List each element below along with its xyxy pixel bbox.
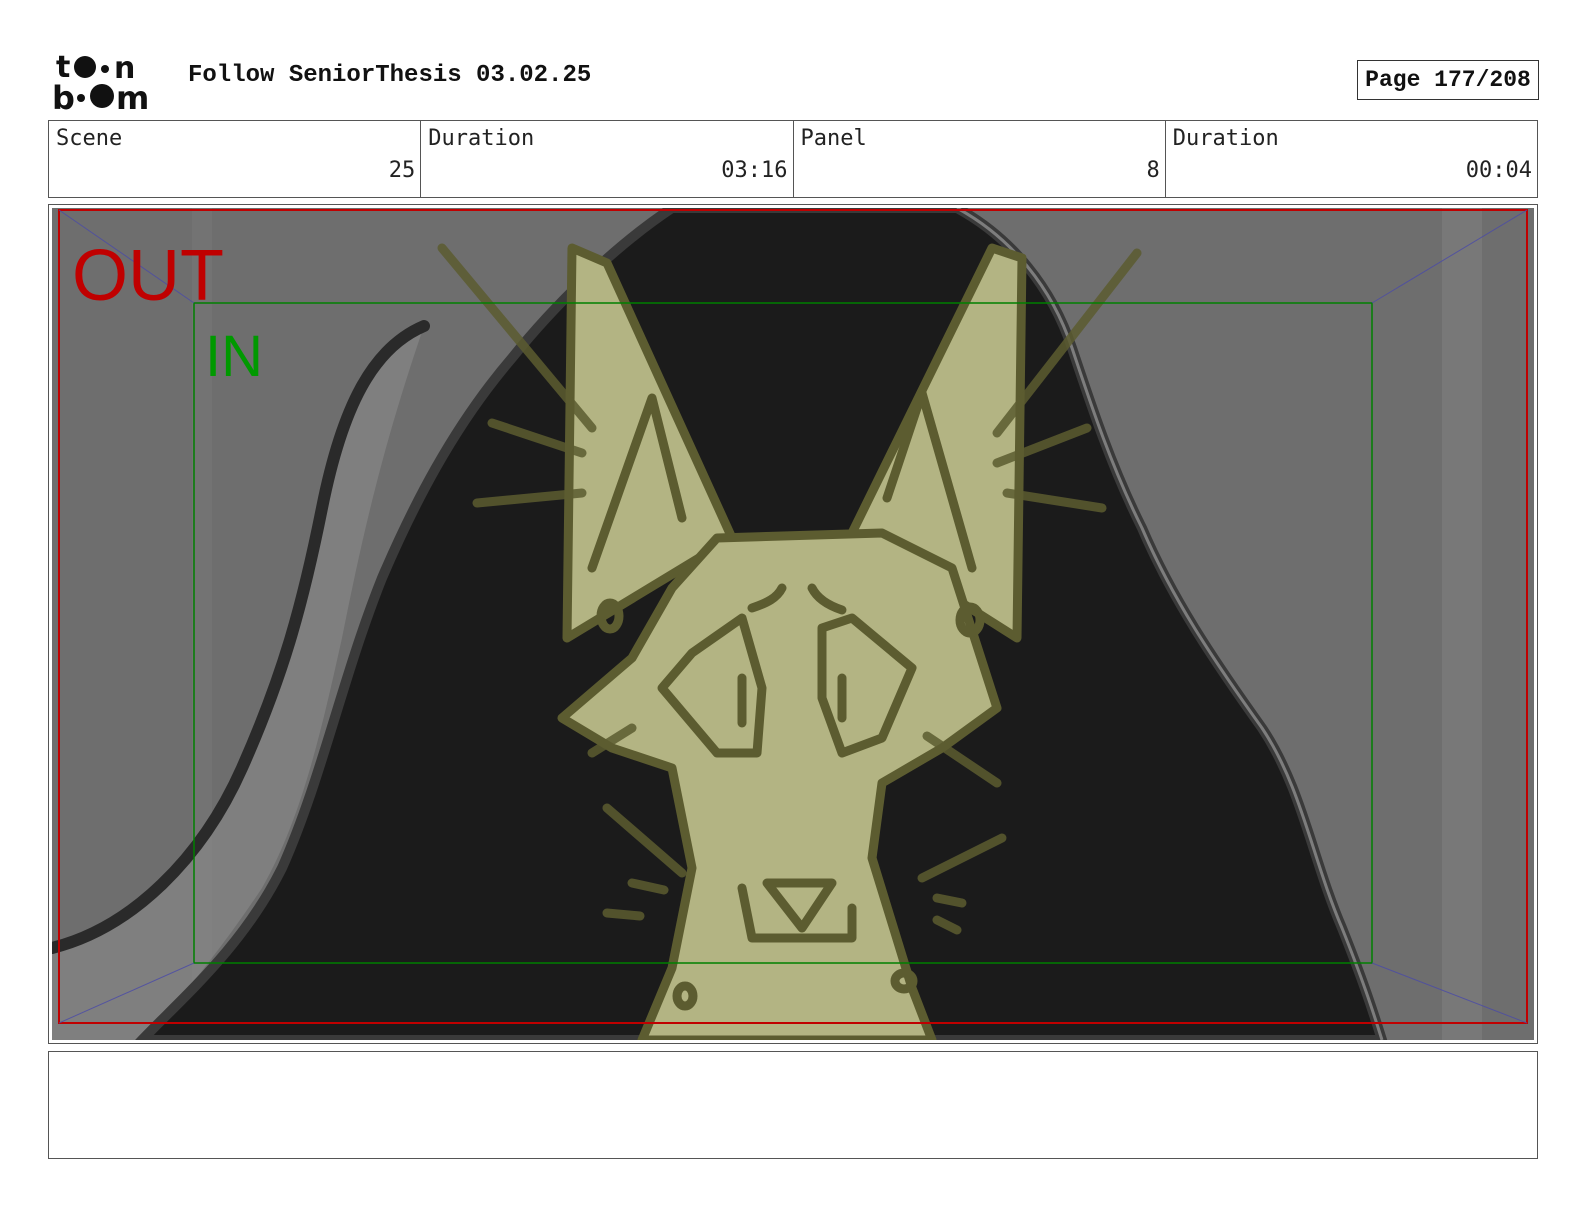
toon-boom-logo: t n b m	[52, 50, 149, 112]
panel-cell: Panel 8	[794, 121, 1166, 197]
scene-cell: Scene 25	[49, 121, 422, 197]
scene-duration-value: 03:16	[721, 158, 788, 183]
scene-duration-cell: Duration 03:16	[421, 121, 794, 197]
whisker	[602, 908, 645, 921]
panel-duration-cell: Duration 00:04	[1166, 121, 1537, 197]
logo-dot	[101, 65, 109, 73]
scene-duration-label: Duration	[428, 126, 535, 151]
logo-dot	[74, 56, 96, 78]
logo-text-bottom-b: b	[52, 79, 75, 112]
scene-value: 25	[388, 158, 416, 183]
background-light-strip	[1442, 208, 1482, 1040]
page-number: Page 177/208	[1365, 67, 1531, 93]
panel-duration-value: 00:04	[1465, 158, 1532, 183]
out-label: OUT	[72, 236, 224, 316]
in-label: IN	[205, 324, 263, 389]
document-title: Follow SeniorThesis 03.02.25	[188, 62, 592, 89]
panel-label: Panel	[800, 126, 867, 151]
whisker	[932, 893, 967, 908]
logo-text-bottom-m: m	[116, 79, 149, 112]
page-number-box: Page 177/208	[1357, 60, 1539, 100]
panel-duration-label: Duration	[1172, 126, 1279, 151]
panel-value: 8	[1146, 158, 1160, 183]
storyboard-panel-image: OUT IN	[52, 208, 1534, 1040]
panel-notes-box	[48, 1051, 1538, 1159]
logo-dot	[90, 84, 114, 108]
panel-info-row: Scene 25 Duration 03:16 Panel 8 Duration…	[48, 120, 1538, 198]
logo-dot	[77, 94, 85, 102]
scene-label: Scene	[56, 126, 123, 151]
